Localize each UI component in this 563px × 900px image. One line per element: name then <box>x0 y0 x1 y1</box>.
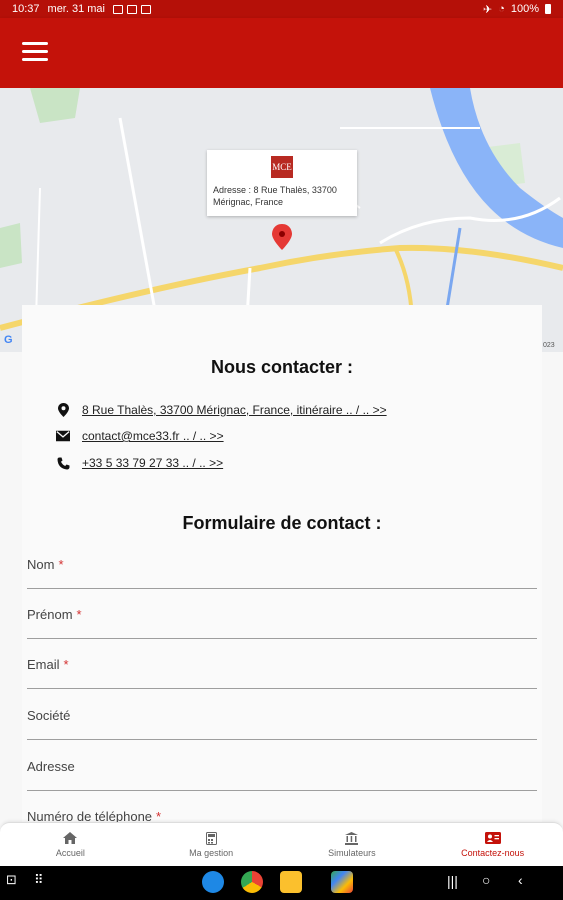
email-label: Email * <box>27 657 69 672</box>
address-field[interactable]: Adresse <box>27 751 537 791</box>
home-icon <box>63 831 78 845</box>
popup-address: Adresse : 8 Rue Thalès, 33700 Mérignac, … <box>213 185 337 207</box>
accessibility-icon[interactable]: ⊡ <box>6 872 17 888</box>
email-field[interactable]: Email * <box>27 649 537 689</box>
nav-label-home: Accueil <box>55 848 85 858</box>
app-bar <box>0 18 563 88</box>
company-field[interactable]: Société <box>27 700 537 740</box>
phone-link[interactable]: +33 5 33 79 27 33 .. / .. >> <box>82 456 223 470</box>
contact-card-icon <box>484 831 501 845</box>
firstname-label: Prénom * <box>27 607 82 622</box>
battery-icon <box>545 4 551 14</box>
nav-item-contact[interactable]: Contactez-nous <box>422 823 563 866</box>
firstname-field[interactable]: Prénom * <box>27 599 537 639</box>
gallery-notification-icon <box>113 4 123 14</box>
phone-row: +33 5 33 79 27 33 .. / .. >> <box>56 456 223 470</box>
map-info-popup[interactable]: MCE Adresse : 8 Rue Thalès, 33700 Mérign… <box>207 150 357 216</box>
status-time: 10:37 <box>12 3 40 15</box>
nav-label-management: Ma gestion <box>189 848 234 858</box>
nav-item-home[interactable]: Accueil <box>0 823 141 866</box>
map-copyright: 023 <box>543 342 555 349</box>
play-store-app-icon[interactable] <box>331 871 353 893</box>
bank-icon <box>345 831 359 845</box>
status-bar: 10:37 mer. 31 mai ✈ ◔ 100% <box>0 0 563 18</box>
home-button-icon[interactable]: ○ <box>482 872 490 888</box>
address-label: Adresse <box>27 759 75 774</box>
contact-title: Nous contacter : <box>210 357 354 377</box>
skype-app-icon[interactable] <box>202 871 224 893</box>
company-label: Société <box>27 708 71 723</box>
recents-icon[interactable]: ||| <box>447 873 458 889</box>
back-icon[interactable]: ‹ <box>518 872 523 888</box>
status-date: mer. 31 mai <box>47 3 105 15</box>
address-row: 8 Rue Thalès, 33700 Mérignac, France, it… <box>56 403 387 417</box>
name-field[interactable]: Nom * <box>27 549 537 589</box>
bottom-navigation: Accueil Ma gestion Simulateurs Contactez… <box>0 822 563 866</box>
contact-card: Nous contacter : 8 Rue Thalès, 33700 Mér… <box>22 305 542 865</box>
mute-icon: ✈ <box>482 3 493 16</box>
company-logo: MCE <box>271 156 293 178</box>
email-link[interactable]: contact@mce33.fr .. / .. >> <box>82 429 224 443</box>
nav-item-management[interactable]: Ma gestion <box>141 823 282 866</box>
phone-icon <box>56 456 70 470</box>
envelope-icon <box>56 429 70 443</box>
status-right: ✈ ◔ 100% <box>483 3 551 16</box>
check-notification-icon <box>141 4 151 14</box>
calculator-icon <box>205 831 217 845</box>
form-title: Formulaire de contact : <box>182 513 382 533</box>
nav-label-simulators: Simulateurs <box>328 848 376 858</box>
chrome-app-icon[interactable] <box>241 871 263 893</box>
image-notification-icon <box>127 4 137 14</box>
wifi-icon: ◔ <box>498 3 505 15</box>
google-logo: G <box>4 334 13 346</box>
location-pin-icon <box>56 403 70 417</box>
nav-label-contact: Contactez-nous <box>461 848 525 858</box>
files-app-icon[interactable] <box>280 871 302 893</box>
battery-level: 100% <box>510 3 539 15</box>
name-label: Nom * <box>27 557 64 572</box>
email-row: contact@mce33.fr .. / .. >> <box>56 429 224 443</box>
address-link[interactable]: 8 Rue Thalès, 33700 Mérignac, France, it… <box>82 403 387 417</box>
app-drawer-icon[interactable]: ⠿ <box>34 872 44 888</box>
nav-item-simulators[interactable]: Simulateurs <box>282 823 423 866</box>
hamburger-icon[interactable] <box>22 42 48 62</box>
